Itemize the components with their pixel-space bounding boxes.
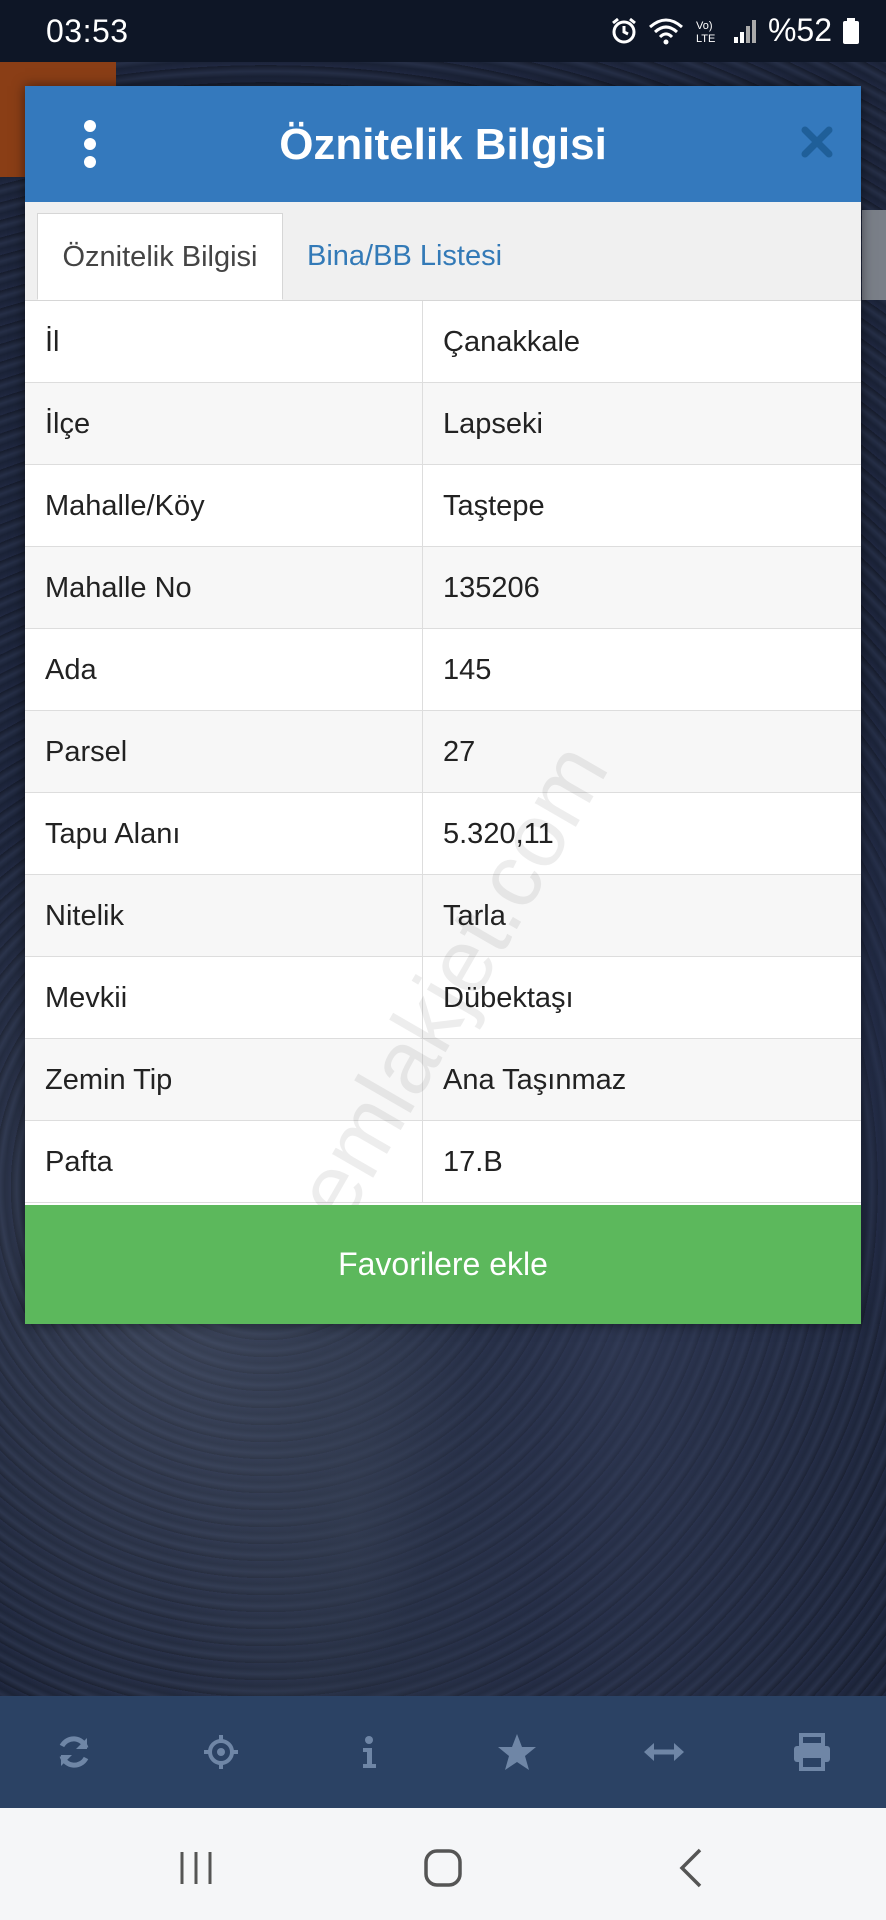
status-time: 03:53 bbox=[46, 13, 129, 49]
system-nav-bar bbox=[0, 1808, 886, 1920]
map-edge-control bbox=[862, 210, 886, 300]
refresh-icon[interactable] bbox=[34, 1712, 114, 1792]
dialog-header: Öznitelik Bilgisi bbox=[25, 86, 861, 202]
recent-apps-icon[interactable] bbox=[166, 1838, 226, 1898]
svg-text:LTE: LTE bbox=[696, 33, 715, 45]
row-value: Dübektaşı bbox=[443, 982, 574, 1014]
row-key: Ada bbox=[45, 654, 97, 686]
row-value: Lapseki bbox=[443, 408, 543, 440]
dialog-tabs: Öznitelik Bilgisi Bina/BB Listesi bbox=[25, 202, 861, 301]
print-icon[interactable] bbox=[772, 1712, 852, 1792]
row-key: Zemin Tip bbox=[45, 1064, 173, 1096]
map-toolbar bbox=[0, 1696, 886, 1808]
row-key: Mevkii bbox=[45, 982, 128, 1014]
row-key: İl bbox=[45, 326, 60, 358]
row-key: Tapu Alanı bbox=[45, 818, 181, 850]
home-icon[interactable] bbox=[413, 1838, 473, 1898]
svg-text:Vo): Vo) bbox=[696, 20, 713, 32]
row-value: 145 bbox=[443, 654, 492, 686]
row-key: Mahalle/Köy bbox=[45, 490, 205, 522]
alarm-icon bbox=[610, 17, 638, 45]
tab-attribute-info[interactable]: Öznitelik Bilgisi bbox=[37, 213, 283, 300]
row-value: Tarla bbox=[443, 900, 506, 932]
attribute-info-dialog: Öznitelik Bilgisi Öznitelik Bilgisi Bina… bbox=[25, 86, 861, 1324]
table-row: Mahalle No 135206 bbox=[25, 547, 861, 629]
table-row: Nitelik Tarla bbox=[25, 875, 861, 957]
row-key: İlçe bbox=[45, 408, 91, 440]
battery-icon bbox=[842, 17, 860, 45]
row-key: Parsel bbox=[45, 736, 128, 768]
table-row: Pafta 17.B bbox=[25, 1121, 861, 1203]
add-favorite-button[interactable]: Favorilere ekle bbox=[25, 1205, 861, 1324]
row-value: 135206 bbox=[443, 572, 540, 604]
back-icon[interactable] bbox=[662, 1838, 722, 1898]
measure-icon[interactable] bbox=[624, 1712, 704, 1792]
volte-icon: Vo) LTE bbox=[694, 17, 722, 45]
row-value: 5.320,11 bbox=[443, 818, 554, 850]
locate-icon[interactable] bbox=[181, 1712, 261, 1792]
row-value: Çanakkale bbox=[443, 326, 581, 358]
signal-icon bbox=[732, 17, 758, 45]
attribute-table: İl Çanakkale İlçe Lapseki Mahalle/Köy Taşte… bbox=[25, 301, 861, 1203]
row-value: 17.B bbox=[443, 1146, 503, 1178]
table-row: Mevkii Dübektaşı bbox=[25, 957, 861, 1039]
close-icon[interactable] bbox=[799, 124, 835, 160]
table-row: Tapu Alanı 5.320,11 bbox=[25, 793, 861, 875]
table-row: Ada 145 bbox=[25, 629, 861, 711]
wifi-icon bbox=[648, 17, 684, 45]
row-key: Pafta bbox=[45, 1146, 113, 1178]
table-row: Mahalle/Köy Taştepe bbox=[25, 465, 861, 547]
table-row: İlçe Lapseki bbox=[25, 383, 861, 465]
star-icon[interactable] bbox=[477, 1712, 557, 1792]
table-row: İl Çanakkale bbox=[25, 301, 861, 383]
status-icons: Vo) LTE %52 bbox=[610, 12, 860, 49]
row-key: Mahalle No bbox=[45, 572, 192, 604]
row-value: Taştepe bbox=[443, 490, 545, 522]
status-bar: 03:53 Vo) LTE %52 bbox=[0, 0, 886, 62]
battery-percent: %52 bbox=[767, 12, 832, 48]
tab-building-list[interactable]: Bina/BB Listesi bbox=[307, 213, 502, 300]
dialog-title: Öznitelik Bilgisi bbox=[279, 120, 607, 169]
row-value: 27 bbox=[443, 736, 476, 768]
table-row: Parsel 27 bbox=[25, 711, 861, 793]
row-value: Ana Taşınmaz bbox=[443, 1064, 627, 1096]
info-icon[interactable] bbox=[329, 1712, 409, 1792]
row-key: Nitelik bbox=[45, 900, 124, 932]
table-row: Zemin Tip Ana Taşınmaz bbox=[25, 1039, 861, 1121]
